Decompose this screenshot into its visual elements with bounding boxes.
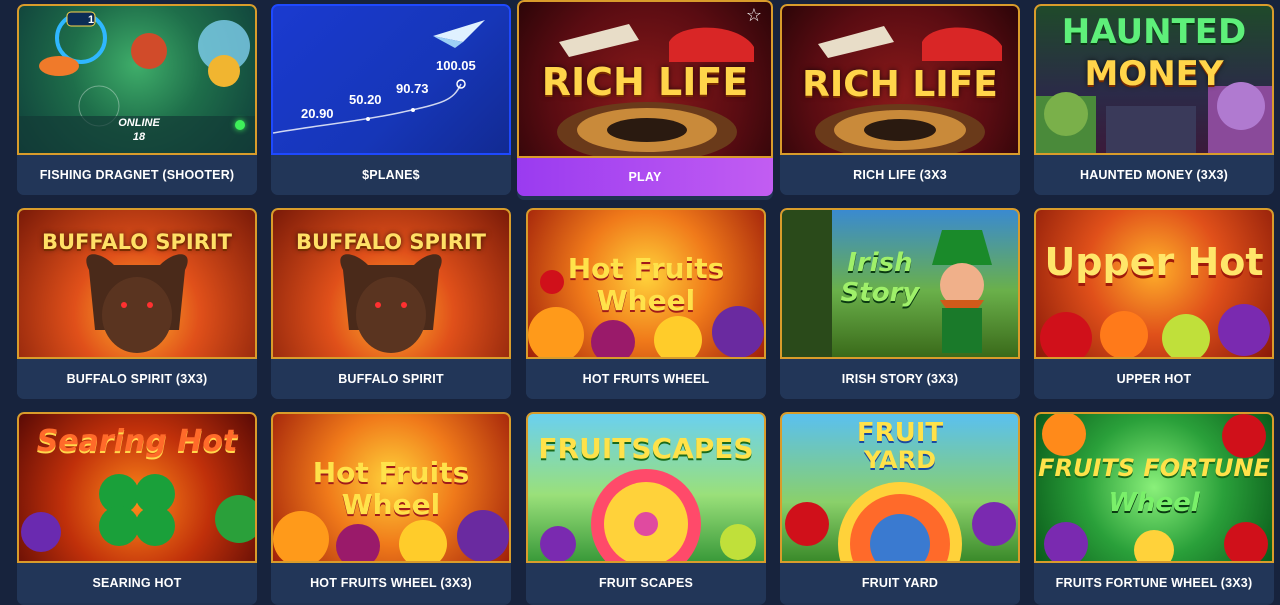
game-thumbnail[interactable]: RICH LIFE ☆ bbox=[517, 0, 773, 158]
game-art-title-line1: FRUITS FORTUNE bbox=[1038, 454, 1270, 482]
game-thumbnail[interactable]: BUFFALO SPIRIT bbox=[271, 208, 511, 359]
game-art-title: BUFFALO SPIRIT bbox=[41, 230, 233, 254]
game-title[interactable]: FRUIT YARD bbox=[780, 563, 1020, 603]
multiplier-value: 100.05 bbox=[436, 58, 476, 73]
game-thumbnail[interactable]: Searing Hot bbox=[17, 412, 257, 563]
level-badge: 1 bbox=[87, 14, 95, 26]
game-title[interactable]: HAUNTED MONEY (3X3) bbox=[1034, 155, 1274, 195]
game-card-fruits-fortune-wheel[interactable]: FRUITS FORTUNE Wheel FRUITS FORTUNE WHEE… bbox=[1034, 412, 1274, 605]
game-thumbnail[interactable]: 20.90 50.20 90.73 100.05 bbox=[271, 4, 511, 155]
game-title[interactable]: FRUIT SCAPES bbox=[526, 563, 766, 603]
online-count: 18 bbox=[132, 131, 146, 143]
multiplier-value: 20.90 bbox=[301, 106, 334, 121]
game-card-rich-life-3x3[interactable]: RICH LIFE RICH LIFE (3X3 bbox=[780, 4, 1020, 195]
game-card-haunted-money[interactable]: HAUNTED MONEY HAUNTED MONEY (3X3) bbox=[1034, 4, 1274, 195]
game-art-title-line2: MONEY bbox=[1084, 54, 1224, 94]
game-card-hot-fruits-wheel[interactable]: Hot Fruits Wheel HOT FRUITS WHEEL bbox=[526, 208, 766, 399]
online-status-dot bbox=[235, 120, 245, 130]
game-thumbnail[interactable]: BUFFALO SPIRIT bbox=[17, 208, 257, 359]
game-art-title-line2: YARD bbox=[863, 446, 937, 474]
game-card-fishing-dragnet[interactable]: 1 ONLINE 18 FISHING DRAGNET (SHOOTER) bbox=[17, 4, 257, 195]
game-card-fruit-yard[interactable]: FRUIT YARD FRUIT YARD bbox=[780, 412, 1020, 605]
game-thumbnail[interactable]: Hot Fruits Wheel bbox=[526, 208, 766, 359]
online-indicator: ONLINE 18 bbox=[115, 116, 163, 144]
game-art-title: Searing Hot bbox=[36, 424, 238, 459]
game-art-title-line1: Hot Fruits bbox=[567, 252, 725, 285]
game-title[interactable]: BUFFALO SPIRIT bbox=[271, 359, 511, 399]
games-grid: 1 ONLINE 18 FISHING DRAGNET (SHOOTER) 20… bbox=[0, 0, 1280, 605]
game-art-title: Upper Hot bbox=[1044, 240, 1264, 284]
game-card-planes[interactable]: 20.90 50.20 90.73 100.05 $PLANE$ bbox=[271, 4, 511, 195]
game-thumbnail[interactable]: FRUITS FORTUNE Wheel bbox=[1034, 412, 1274, 563]
game-title[interactable]: FISHING DRAGNET (SHOOTER) bbox=[17, 155, 257, 195]
game-thumbnail[interactable]: RICH LIFE bbox=[780, 4, 1020, 155]
game-thumbnail[interactable]: Hot Fruits Wheel bbox=[271, 412, 511, 563]
game-art-title: FRUITSCAPES bbox=[538, 432, 754, 465]
plane-chart-art bbox=[273, 20, 485, 134]
multiplier-value: 50.20 bbox=[349, 92, 382, 107]
game-title[interactable]: UPPER HOT bbox=[1034, 359, 1274, 399]
game-art-title-line1: Irish bbox=[847, 248, 913, 278]
game-card-fruit-scapes[interactable]: FRUITSCAPES FRUIT SCAPES bbox=[526, 412, 766, 605]
online-label: ONLINE bbox=[118, 117, 160, 129]
game-title[interactable]: RICH LIFE (3X3 bbox=[780, 155, 1020, 195]
game-art-title-line2: Wheel bbox=[1108, 488, 1200, 518]
game-card-hot-fruits-wheel-3x3[interactable]: Hot Fruits Wheel HOT FRUITS WHEEL (3X3) bbox=[271, 412, 511, 605]
game-thumbnail[interactable]: Upper Hot bbox=[1034, 208, 1274, 359]
game-card-buffalo-spirit-3x3[interactable]: BUFFALO SPIRIT BUFFALO SPIRIT (3X3) bbox=[17, 208, 257, 399]
game-thumbnail[interactable]: Irish Story bbox=[780, 208, 1020, 359]
game-art-title: RICH LIFE bbox=[802, 64, 998, 105]
game-card-rich-life-active[interactable]: RICH LIFE ☆ PLAY bbox=[517, 0, 773, 200]
game-art-title: RICH LIFE bbox=[541, 60, 749, 104]
multiplier-value: 90.73 bbox=[396, 81, 429, 96]
game-title[interactable]: HOT FRUITS WHEEL (3X3) bbox=[271, 563, 511, 603]
game-art-title-line2: Story bbox=[840, 278, 920, 308]
game-thumbnail[interactable]: FRUITSCAPES bbox=[526, 412, 766, 563]
game-title[interactable]: IRISH STORY (3X3) bbox=[780, 359, 1020, 399]
game-thumbnail[interactable]: FRUIT YARD bbox=[780, 412, 1020, 563]
game-title[interactable]: FRUITS FORTUNE WHEEL (3X3) bbox=[1034, 563, 1274, 603]
game-title[interactable]: HOT FRUITS WHEEL bbox=[526, 359, 766, 399]
game-title[interactable]: SEARING HOT bbox=[17, 563, 257, 603]
game-art-title-line1: HAUNTED bbox=[1061, 12, 1247, 52]
game-card-searing-hot[interactable]: Searing Hot SEARING HOT bbox=[17, 412, 257, 605]
game-title[interactable]: $PLANE$ bbox=[271, 155, 511, 195]
game-art-title-line1: Hot Fruits bbox=[312, 456, 470, 489]
game-art-title-line2: Wheel bbox=[341, 488, 441, 521]
favorite-star-icon[interactable]: ☆ bbox=[743, 4, 765, 26]
game-art-title: BUFFALO SPIRIT bbox=[295, 230, 487, 254]
game-title[interactable]: BUFFALO SPIRIT (3X3) bbox=[17, 359, 257, 399]
game-art-title-line1: FRUIT bbox=[856, 418, 944, 448]
game-card-upper-hot[interactable]: Upper Hot UPPER HOT bbox=[1034, 208, 1274, 399]
game-card-buffalo-spirit[interactable]: BUFFALO SPIRIT BUFFALO SPIRIT bbox=[271, 208, 511, 399]
play-button[interactable]: PLAY bbox=[517, 158, 773, 196]
game-card-irish-story[interactable]: Irish Story IRISH STORY (3X3) bbox=[780, 208, 1020, 399]
game-art-title-line2: Wheel bbox=[596, 284, 696, 317]
game-thumbnail[interactable]: 1 ONLINE 18 bbox=[17, 4, 257, 155]
game-thumbnail[interactable]: HAUNTED MONEY bbox=[1034, 4, 1274, 155]
